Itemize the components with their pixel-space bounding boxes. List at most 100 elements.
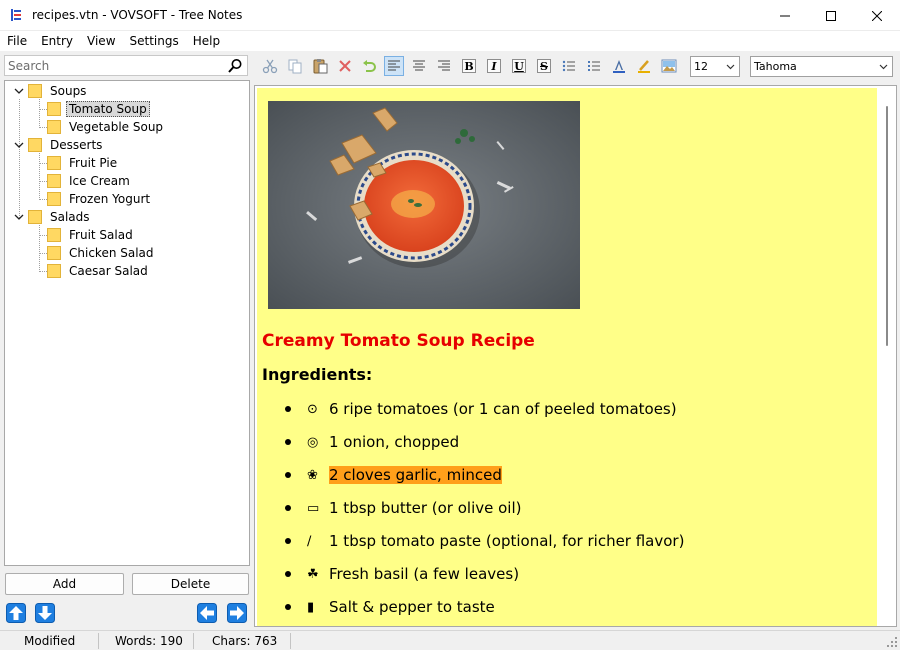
maximize-button[interactable] xyxy=(808,0,854,31)
status-chars: Chars: 763 xyxy=(212,634,278,648)
status-modified: Modified xyxy=(24,634,76,648)
menu-file[interactable]: File xyxy=(0,31,34,51)
bullet-list-icon xyxy=(562,60,575,72)
tree-item-label: Chicken Salad xyxy=(69,246,154,260)
move-up-button[interactable] xyxy=(5,602,27,624)
bullet-icon xyxy=(285,571,291,577)
folder-icon xyxy=(28,84,42,98)
delete-icon xyxy=(339,60,351,72)
ingredients-heading: Ingredients: xyxy=(262,365,373,384)
menu-bar: File Entry View Settings Help xyxy=(0,31,900,51)
font-size-value: 12 xyxy=(694,60,708,73)
move-right-button[interactable] xyxy=(226,602,248,624)
tree-folder-label: Desserts xyxy=(50,138,103,152)
collapse-icon[interactable] xyxy=(14,212,24,222)
highlight-icon xyxy=(638,60,650,73)
ingredient-item: ❀ 2 cloves garlic, minced xyxy=(285,464,502,486)
delete-button[interactable]: Delete xyxy=(132,573,249,595)
note-icon xyxy=(47,192,61,206)
collapse-icon[interactable] xyxy=(14,86,24,96)
ingredient-text: Salt & pepper to taste xyxy=(329,598,495,616)
search-icon[interactable] xyxy=(227,58,243,74)
tree-folder-desserts[interactable]: Desserts xyxy=(28,136,105,154)
font-name-value: Tahoma xyxy=(754,60,797,73)
move-left-button[interactable] xyxy=(196,602,218,624)
tree-folder-salads[interactable]: Salads xyxy=(28,208,93,226)
undo-button[interactable] xyxy=(359,56,379,76)
bullet-icon xyxy=(285,538,291,544)
tree-folder-label: Salads xyxy=(50,210,90,224)
tree-item-fruit-salad[interactable]: Fruit Salad xyxy=(47,226,136,244)
ingredient-text: 1 tbsp tomato paste (optional, for riche… xyxy=(329,532,685,550)
paste-button[interactable] xyxy=(310,56,330,76)
underline-icon: U xyxy=(512,59,526,73)
close-button[interactable] xyxy=(854,0,900,31)
italic-icon: I xyxy=(487,59,501,73)
bullet-icon xyxy=(285,472,291,478)
menu-view[interactable]: View xyxy=(80,31,122,51)
tree-item-vegetable-soup[interactable]: Vegetable Soup xyxy=(47,118,166,136)
insert-image-button[interactable] xyxy=(659,56,679,76)
tree-item-caesar-salad[interactable]: Caesar Salad xyxy=(47,262,151,280)
strikethrough-icon: S xyxy=(537,59,551,73)
copy-button[interactable] xyxy=(285,56,305,76)
bullet-icon xyxy=(285,439,291,445)
font-color-button[interactable] xyxy=(609,56,629,76)
status-words: Words: 190 xyxy=(115,634,183,648)
ingredient-text: 1 onion, chopped xyxy=(329,433,460,451)
add-button[interactable]: Add xyxy=(5,573,124,595)
tree-folder-soups[interactable]: Soups xyxy=(28,82,89,100)
note-icon xyxy=(47,102,61,116)
collapse-icon[interactable] xyxy=(14,140,24,150)
align-center-button[interactable] xyxy=(409,56,429,76)
strikethrough-button[interactable]: S xyxy=(534,56,554,76)
salt-shaker-icon: ▮ xyxy=(307,599,315,615)
highlight-button[interactable] xyxy=(634,56,654,76)
title-bar: recipes.vtn - VOVSOFT - Tree Notes xyxy=(0,0,900,31)
ingredient-text: Fresh basil (a few leaves) xyxy=(329,565,520,583)
search-box xyxy=(4,55,248,76)
font-name-select[interactable]: Tahoma xyxy=(750,56,893,77)
menu-settings[interactable]: Settings xyxy=(123,31,186,51)
maximize-icon xyxy=(826,10,836,21)
tree-item-fruit-pie[interactable]: Fruit Pie xyxy=(47,154,120,172)
numbered-list-icon xyxy=(588,61,600,71)
notes-tree[interactable]: Soups Tomato Soup Vegetable Soup Dessert… xyxy=(4,80,250,566)
herb-icon: ☘ xyxy=(307,566,319,582)
arrow-right-icon xyxy=(227,603,247,623)
onion-icon: ◎ xyxy=(307,434,319,450)
scrollbar-thumb[interactable] xyxy=(886,106,888,346)
menu-help[interactable]: Help xyxy=(186,31,227,51)
underline-button[interactable]: U xyxy=(509,56,529,76)
chevron-down-icon xyxy=(879,64,888,70)
font-size-select[interactable]: 12 xyxy=(690,56,740,77)
resize-grip-icon[interactable] xyxy=(886,636,898,648)
numbered-list-button[interactable] xyxy=(584,56,604,76)
undo-icon xyxy=(363,60,376,72)
copy-icon xyxy=(288,59,302,74)
tree-item-chicken-salad[interactable]: Chicken Salad xyxy=(47,244,157,262)
font-color-icon xyxy=(613,60,625,73)
window-title: recipes.vtn - VOVSOFT - Tree Notes xyxy=(32,8,243,22)
bullet-list-button[interactable] xyxy=(559,56,579,76)
italic-button[interactable]: I xyxy=(484,56,504,76)
bold-button[interactable]: B xyxy=(459,56,479,76)
note-icon xyxy=(47,246,61,260)
delete-text-button[interactable] xyxy=(335,56,355,76)
search-input[interactable] xyxy=(5,58,225,73)
tree-item-ice-cream[interactable]: Ice Cream xyxy=(47,172,133,190)
align-right-button[interactable] xyxy=(434,56,454,76)
editor-scrollbar[interactable] xyxy=(878,86,896,626)
cut-button[interactable] xyxy=(260,56,280,76)
move-down-button[interactable] xyxy=(34,602,56,624)
ingredient-item: ⊙ 6 ripe tomatoes (or 1 can of peeled to… xyxy=(285,398,677,420)
menu-entry[interactable]: Entry xyxy=(34,31,80,51)
tree-item-frozen-yogurt[interactable]: Frozen Yogurt xyxy=(47,190,153,208)
editor-frame: Creamy Tomato Soup Recipe Ingredients: ⊙… xyxy=(254,85,897,627)
note-editor[interactable]: Creamy Tomato Soup Recipe Ingredients: ⊙… xyxy=(257,88,877,626)
align-left-button[interactable] xyxy=(384,56,404,76)
minimize-button[interactable] xyxy=(762,0,808,31)
align-center-icon xyxy=(413,60,425,71)
insert-image-icon xyxy=(661,59,677,73)
tree-item-tomato-soup[interactable]: Tomato Soup xyxy=(47,100,150,118)
